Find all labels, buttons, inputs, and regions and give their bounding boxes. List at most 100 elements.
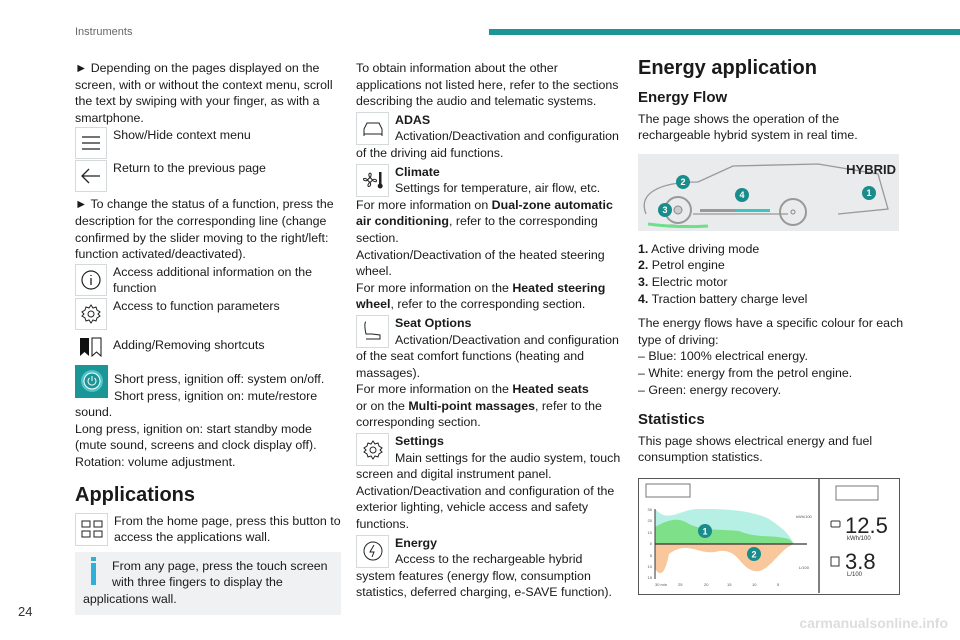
legend-item: 2. Petrol engine [638,258,725,273]
adas-block: ADAS Activation/Deactivation and configur… [356,111,622,162]
flow-legend: 1. Active driving mode 2. Petrol engine … [638,241,904,307]
svg-text:5: 5 [777,582,780,587]
settings-block: Settings Main settings for the audio syst… [356,433,622,533]
note-text: From any page, press the touch screen wi… [83,558,328,606]
column-2: To obtain information about the other ap… [356,60,622,601]
page-number: 24 [18,604,33,619]
legend-item: 1. Active driving mode [638,241,760,256]
energy-app-heading: Energy application [638,57,817,79]
text: For more information on the [356,382,513,397]
icon-row-menu: Show/Hide context menu [75,127,341,160]
flow-text: The page shows the operation of the rech… [638,111,858,143]
callout-4: 4 [739,190,744,200]
stats-callout-1: 1 [702,526,707,536]
column-3: Energy application Energy Flow The page … [638,56,904,595]
text: For more information on [356,197,492,212]
colour-item: – Green: energy recovery. [638,382,782,397]
power-text: Rotation: volume adjustment. [75,454,236,469]
stats-callout-2: 2 [751,549,756,559]
icon-row-bookmark: Adding/Removing shortcuts [75,331,341,363]
fuel-value: 3.8 [845,549,876,574]
settings-text: Main settings for the audio system, touc… [356,450,621,532]
icon-row-back: Return to the previous page [75,160,341,193]
change-text: ► To change the status of a function, pr… [75,197,334,262]
icon-desc: Show/Hide context menu [113,128,251,143]
elec-value: 12.5 [845,513,888,538]
seat-block: Seat Options Activation/Deactivation and … [356,314,622,431]
seat-icon [356,314,389,348]
gear-icon [356,433,389,467]
climate-text: Settings for temperature, air flow, etc. [395,181,601,196]
callout-2: 2 [680,177,685,187]
gear-icon [75,297,107,330]
svg-text:20: 20 [704,582,709,587]
svg-text:20: 20 [648,518,653,523]
colour-item: – Blue: 100% electrical energy. [638,349,808,364]
climate-block: Climate Settings for temperature, air flo… [356,163,622,313]
climate-title: Climate [395,164,440,179]
adas-title: ADAS [395,112,431,127]
menu-icon [75,127,107,160]
svg-text:0: 0 [650,541,653,546]
power-block: Short press, ignition off: system on/off… [75,364,341,471]
svg-text:L/100: L/100 [799,565,810,570]
svg-text:10: 10 [648,530,653,535]
bookmark-icon [75,331,107,363]
energy-title: Energy [395,535,438,550]
svg-text:15: 15 [648,575,653,580]
svg-text:30: 30 [648,507,653,512]
callout-3: 3 [662,205,667,215]
svg-text:25: 25 [678,582,683,587]
svg-text:kWh/100: kWh/100 [796,514,813,519]
intro-text: ► Depending on the pages displayed on th… [75,61,333,125]
power-text: Long press, ignition on: start standby m… [75,421,317,453]
info-note: From any page, press the touch screen wi… [75,551,341,616]
svg-text:10: 10 [648,564,653,569]
legend-item: 4. Traction battery charge level [638,291,808,306]
info-icon [75,263,107,296]
seat-text: Activation/Deactivation and configuratio… [356,332,619,380]
callout-1: 1 [866,188,871,198]
apps-block: From the home page, press this button to… [75,512,341,546]
icon-desc: Adding/Removing shortcuts [113,337,265,352]
power-text: Short press, ignition off: system on/off… [114,371,325,386]
icon-row-info: Access additional information on the fun… [75,263,341,297]
car-icon [356,111,389,145]
applications-heading: Applications [75,483,196,506]
back-arrow-icon [75,160,107,193]
svg-text:5: 5 [650,553,653,558]
statistics-image: 1 2 30 20 10 0 5 10 15 30 min 25 20 15 10 5 kWh/100… [638,477,900,595]
fan-thermometer-icon [356,163,389,197]
text: Activation/Deactivation of the heated st… [356,247,605,279]
hybrid-label: HYBRID [846,162,896,177]
colours-intro: The energy flows have a specific colour … [638,316,904,347]
text: , refer to the corresponding section. [390,297,586,312]
power-icon [75,364,108,398]
icon-desc: Access to function parameters [113,298,280,313]
icon-row-gear: Access to function parameters [75,297,341,330]
energy-flow-heading: Energy Flow [638,89,728,106]
energy-flow-image: 2 4 3 1 HYBRID [638,153,899,231]
settings-title: Settings [395,434,444,449]
header-accent-bar [489,29,960,35]
elec-unit: kWh/100 [847,536,871,542]
info-marker-icon [91,556,96,585]
apps-text: From the home page, press this button to… [114,513,341,545]
svg-text:10: 10 [752,582,757,587]
svg-text:30 min: 30 min [655,582,667,587]
energy-text: Access to the rechargeable hybrid system… [356,552,612,600]
section-header: Instruments [75,26,133,38]
link-bold: Heated seats [512,382,589,397]
icon-desc: Return to the previous page [113,161,266,176]
colour-item: – White: energy from the petrol engine. [638,365,853,380]
fuel-unit: L/100 [847,572,863,578]
energy-block: Energy Access to the rechargeable hybrid … [356,534,622,601]
stats-text: This page shows electrical energy and fu… [638,433,873,465]
icon-desc: Access additional information on the fun… [113,264,313,296]
intro-text: To obtain information about the other ap… [356,61,619,109]
legend-item: 3. Electric motor [638,274,728,289]
seat-title: Seat Options [395,315,472,330]
link-bold: Multi-point massages [408,398,536,413]
text: or on the [356,398,409,413]
energy-icon [356,534,389,568]
